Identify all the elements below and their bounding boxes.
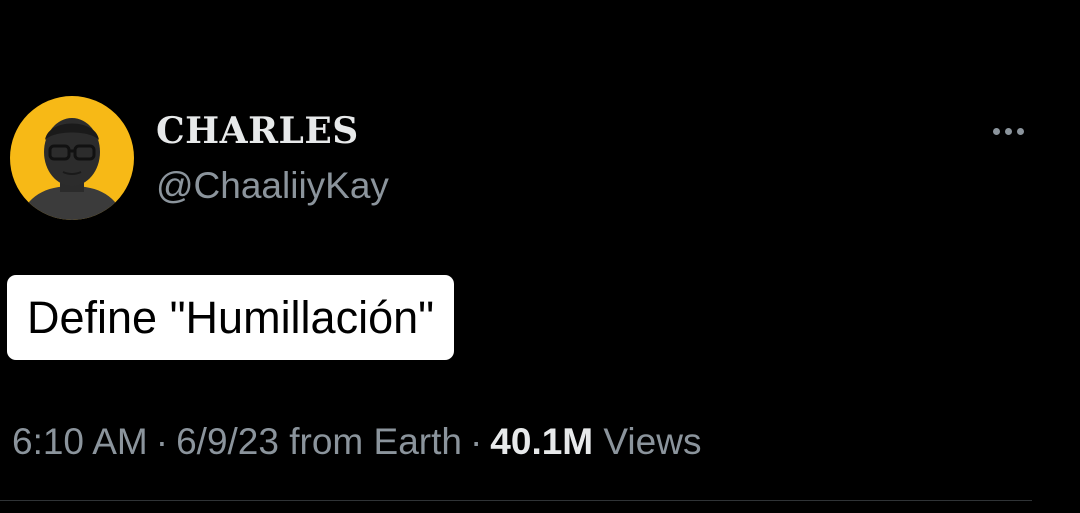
tweet-meta: 6:10 AM · 6/9/23 from Earth · 40.1M Views [12,421,701,463]
meta-separator: · [469,421,483,462]
tweet-text: Define "Humillación" [7,275,455,360]
views-count[interactable]: 40.1M [490,421,593,462]
tweet-card: CHARLES @ChaaliiyKay Define "Humillación… [0,0,1080,513]
tweet-time[interactable]: 6:10 AM [12,421,148,462]
more-options-icon-dot [1016,127,1024,135]
views-label: Views [603,421,702,462]
more-options-icon [992,127,1000,135]
meta-separator: · [155,421,169,462]
more-options-icon-dot [1004,127,1012,135]
author-display-name[interactable]: CHARLES [156,110,359,152]
author-handle[interactable]: @ChaaliiyKay [156,165,389,207]
more-options-button[interactable] [984,118,1032,144]
profile-avatar-icon [20,118,124,220]
divider [0,500,1032,501]
tweet-source: from Earth [289,421,462,462]
avatar[interactable] [10,96,134,220]
tweet-date[interactable]: 6/9/23 [176,421,279,462]
